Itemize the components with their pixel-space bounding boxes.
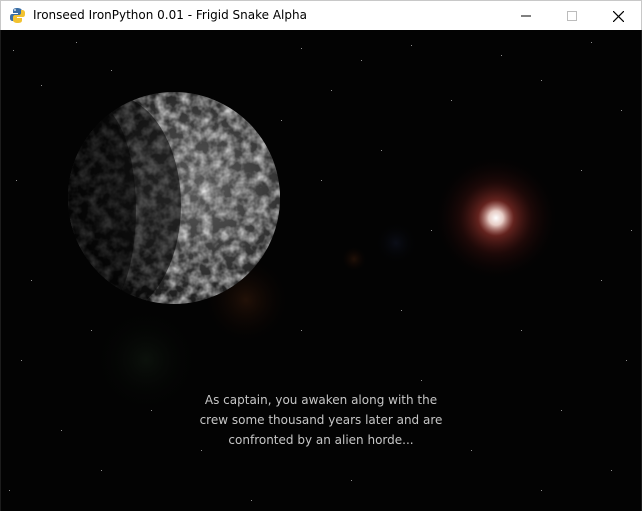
lens-flare <box>374 221 418 265</box>
story-line: crew some thousand years later and are <box>199 413 443 427</box>
window-title: Ironseed IronPython 0.01 - Frigid Snake … <box>33 8 307 22</box>
minimize-button[interactable] <box>503 1 549 31</box>
intro-story-text: As captain, you awaken along with the cr… <box>171 390 471 450</box>
maximize-icon <box>567 11 577 21</box>
story-line: confronted by an alien horde... <box>228 433 414 447</box>
story-line: As captain, you awaken along with the <box>204 393 438 407</box>
close-button[interactable] <box>595 1 641 31</box>
red-sun <box>436 158 556 278</box>
title-bar[interactable]: Ironseed IronPython 0.01 - Frigid Snake … <box>0 0 642 30</box>
app-window: Ironseed IronPython 0.01 - Frigid Snake … <box>0 0 642 511</box>
minimize-icon <box>521 15 531 17</box>
close-icon <box>612 10 624 22</box>
lens-flare <box>342 247 366 271</box>
python-snake-icon <box>10 8 25 23</box>
space-scene[interactable]: As captain, you awaken along with the cr… <box>0 30 642 511</box>
maximize-button[interactable] <box>549 1 595 31</box>
